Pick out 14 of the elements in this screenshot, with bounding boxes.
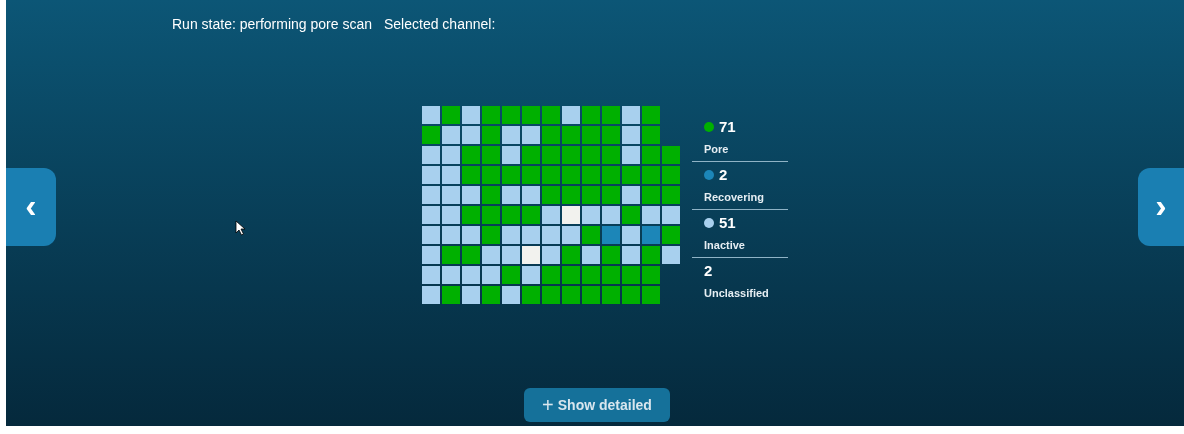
legend-label: Inactive: [704, 237, 746, 253]
previous-button[interactable]: ‹: [6, 168, 56, 246]
show-detailed-button[interactable]: + Show detailed: [524, 388, 670, 422]
legend-label: Pore: [704, 141, 730, 157]
legend-label: Unclassified: [704, 285, 770, 301]
legend-label: Recovering: [704, 189, 765, 205]
selected-channel-text: Selected channel:: [384, 15, 496, 34]
count-text: 2: [704, 261, 713, 281]
cursor-icon: [235, 220, 246, 236]
count-text: 71: [719, 117, 736, 137]
count-text: 51: [719, 213, 736, 233]
count-text: 2: [719, 165, 728, 185]
run-state-text: Run state: performing pore scan: [172, 15, 372, 34]
next-button[interactable]: ›: [1138, 168, 1184, 246]
